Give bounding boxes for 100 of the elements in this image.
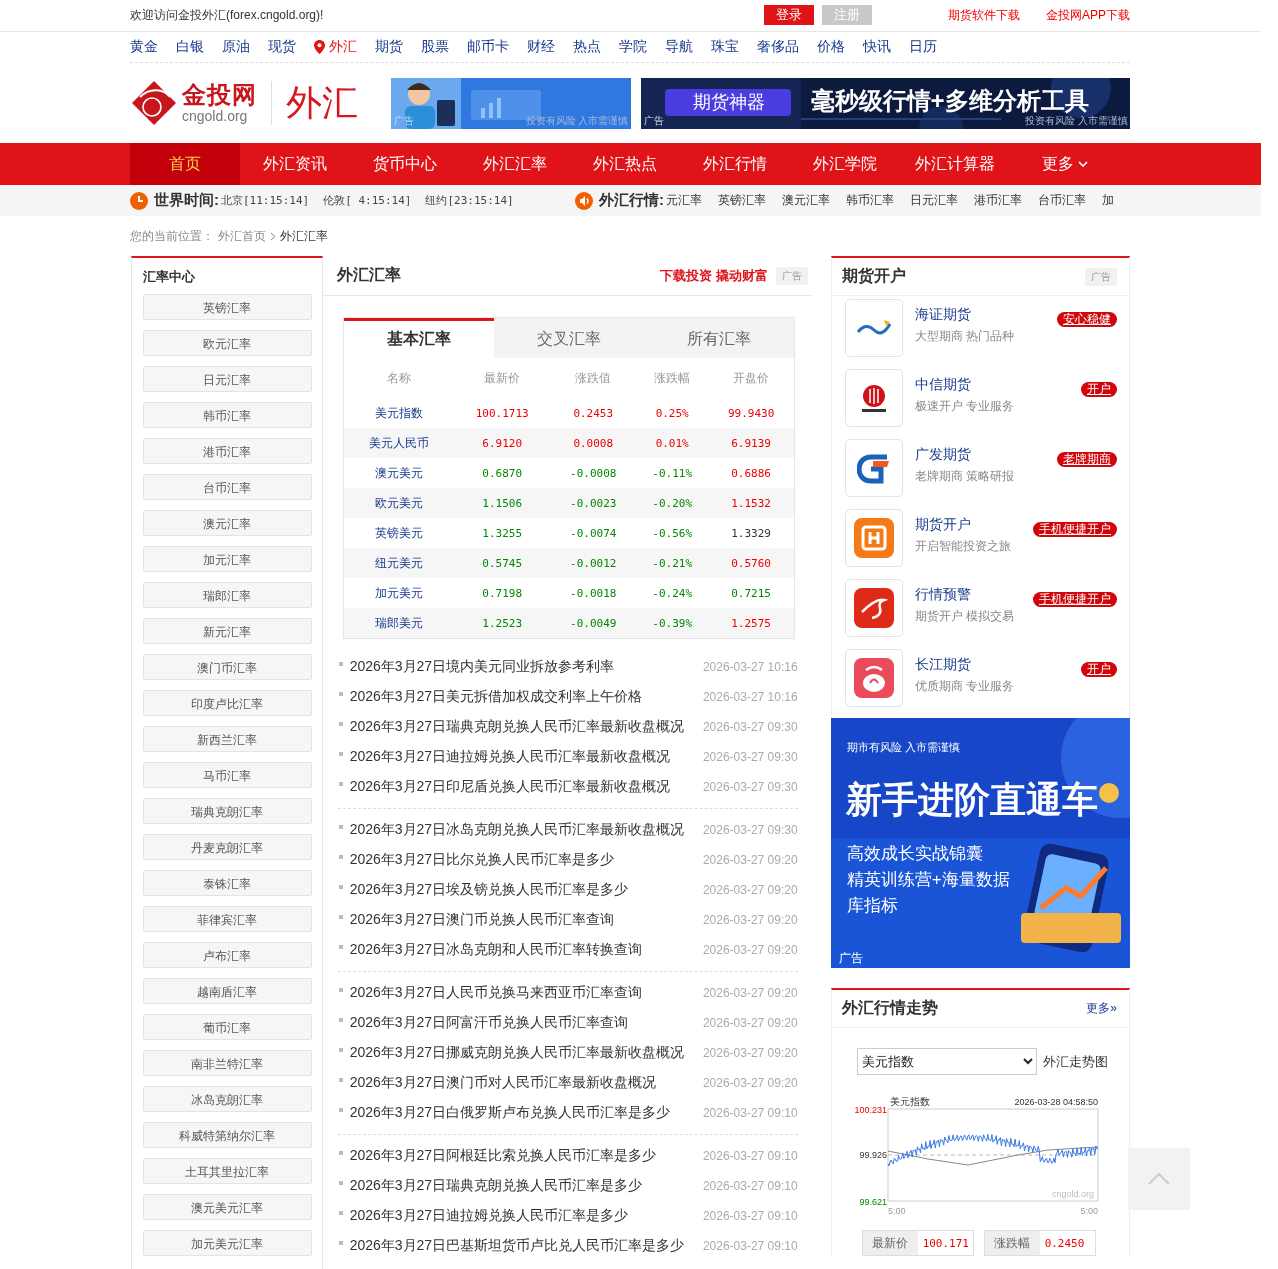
open-account-badge[interactable]: 开户 [1081, 662, 1117, 677]
company-link[interactable]: 海证期货 [914, 306, 1057, 324]
currency-pair-link[interactable]: 加元美元 [343, 578, 454, 608]
channel-link[interactable]: 邮币卡 [467, 37, 509, 56]
more-link[interactable]: 更多» [1086, 1000, 1117, 1017]
currency-select[interactable]: 美元指数 [856, 1048, 1037, 1075]
currency-button[interactable]: 瑞郎汇率 [143, 582, 312, 608]
channel-link[interactable]: 快讯 [863, 37, 891, 56]
channel-link[interactable]: 黄金 [130, 37, 158, 56]
promo-link[interactable]: 下载投资 撬动财富 [660, 266, 768, 285]
open-account-badge[interactable]: 手机便捷开户 [1033, 592, 1117, 607]
company-link[interactable]: 广发期货 [914, 446, 1057, 464]
currency-button[interactable]: 澳元汇率 [143, 510, 312, 536]
currency-button[interactable]: 瑞典克朗汇率 [143, 798, 312, 824]
download-link[interactable]: 期货软件下载 [948, 6, 1020, 24]
quote-link[interactable]: 港币汇率 [974, 192, 1022, 209]
currency-button[interactable]: 印度卢比汇率 [143, 690, 312, 716]
news-link[interactable]: 2026年3月27日冰岛克朗兑换人民币汇率最新收盘概况 [349, 821, 703, 839]
nav-tab[interactable]: 外汇学院 [790, 143, 900, 185]
news-link[interactable]: 2026年3月27日美元拆借加权成交利率上午价格 [349, 688, 703, 706]
breadcrumb-link[interactable]: 外汇首页 [218, 227, 266, 245]
channel-link[interactable]: 价格 [817, 37, 845, 56]
quote-link[interactable]: 韩币汇率 [846, 192, 894, 209]
quote-link[interactable]: 加 [1102, 192, 1114, 209]
news-link[interactable]: 2026年3月27日澳门币兑换人民币汇率查询 [349, 911, 703, 929]
quote-link[interactable]: 日元汇率 [910, 192, 958, 209]
nav-tab[interactable]: 外汇热点 [570, 143, 680, 185]
currency-button[interactable]: 韩币汇率 [143, 402, 312, 428]
nav-tab[interactable]: 外汇资讯 [240, 143, 350, 185]
open-account-badge[interactable]: 老牌期商 [1057, 452, 1117, 467]
news-link[interactable]: 2026年3月27日瑞典克朗兑换人民币汇率是多少 [349, 1177, 703, 1195]
currency-button[interactable]: 日元汇率 [143, 366, 312, 392]
currency-button[interactable]: 新西兰汇率 [143, 726, 312, 752]
open-account-badge[interactable]: 手机便捷开户 [1033, 522, 1117, 537]
channel-link[interactable]: 导航 [665, 37, 693, 56]
channel-link[interactable]: 奢侈品 [757, 37, 799, 56]
currency-pair-link[interactable]: 纽元美元 [343, 548, 454, 578]
news-link[interactable]: 2026年3月27日白俄罗斯卢布兑换人民币汇率是多少 [349, 1104, 703, 1122]
news-link[interactable]: 2026年3月27日冰岛克朗和人民币汇率转换查询 [349, 941, 703, 959]
currency-button[interactable]: 港币汇率 [143, 438, 312, 464]
news-link[interactable]: 2026年3月27日境内美元同业拆放参考利率 [349, 658, 703, 676]
company-logo-tile[interactable] [844, 509, 903, 567]
channel-link[interactable]: 热点 [573, 37, 601, 56]
news-link[interactable]: 2026年3月27日巴基斯坦货币卢比兑人民币汇率是多少 [349, 1237, 703, 1255]
channel-link[interactable]: 外汇 [314, 37, 357, 56]
currency-button[interactable]: 马币汇率 [143, 762, 312, 788]
news-link[interactable]: 2026年3月27日印尼盾兑换人民币汇率最新收盘概况 [349, 778, 703, 796]
currency-pair-link[interactable]: 欧元美元 [343, 488, 454, 518]
nav-tab[interactable]: 更多 [1010, 143, 1120, 185]
nav-tab[interactable]: 货币中心 [350, 143, 460, 185]
open-account-badge[interactable]: 安心稳健 [1057, 312, 1117, 327]
news-link[interactable]: 2026年3月27日比尔兑换人民币汇率是多少 [349, 851, 703, 869]
quote-link[interactable]: 澳元汇率 [782, 192, 830, 209]
news-link[interactable]: 2026年3月27日阿根廷比索兑换人民币汇率是多少 [349, 1147, 703, 1165]
rate-tab[interactable]: 交叉汇率 [493, 318, 644, 358]
channel-link[interactable]: 财经 [527, 37, 555, 56]
currency-button[interactable]: 葡币汇率 [143, 1014, 312, 1040]
company-logo-tile[interactable] [844, 579, 903, 637]
channel-link[interactable]: 珠宝 [711, 37, 739, 56]
currency-button[interactable]: 澳元美元汇率 [143, 1194, 312, 1220]
channel-link[interactable]: 白银 [176, 37, 204, 56]
currency-button[interactable]: 菲律宾汇率 [143, 906, 312, 932]
company-link[interactable]: 行情预警 [914, 586, 1033, 604]
channel-link[interactable]: 学院 [619, 37, 647, 56]
nav-tab[interactable]: 外汇计算器 [900, 143, 1010, 185]
login-button[interactable]: 登录 [764, 5, 814, 25]
company-logo-tile[interactable] [844, 299, 903, 357]
news-link[interactable]: 2026年3月27日埃及镑兑换人民币汇率是多少 [349, 881, 703, 899]
channel-link[interactable]: 股票 [421, 37, 449, 56]
currency-button[interactable]: 南非兰特汇率 [143, 1050, 312, 1076]
quote-link[interactable]: 英镑汇率 [718, 192, 766, 209]
quote-link[interactable]: 元汇率 [666, 192, 702, 209]
nav-tab[interactable]: 首页 [130, 143, 240, 185]
company-logo-tile[interactable] [844, 649, 903, 707]
currency-button[interactable]: 泰铢汇率 [143, 870, 312, 896]
currency-button[interactable]: 冰岛克朗汇率 [143, 1086, 312, 1112]
currency-button[interactable]: 卢布汇率 [143, 942, 312, 968]
company-link[interactable]: 中信期货 [914, 376, 1081, 394]
currency-button[interactable]: 科威特第纳尔汇率 [143, 1122, 312, 1148]
currency-button[interactable]: 加元美元汇率 [143, 1230, 312, 1256]
currency-button[interactable]: 加元汇率 [143, 546, 312, 572]
news-link[interactable]: 2026年3月27日人民币兑换马来西亚币汇率查询 [349, 984, 703, 1002]
company-logo-tile[interactable] [844, 369, 903, 427]
company-link[interactable]: 长江期货 [914, 656, 1081, 674]
news-link[interactable]: 2026年3月27日迪拉姆兑换人民币汇率最新收盘概况 [349, 748, 703, 766]
currency-button[interactable]: 新元汇率 [143, 618, 312, 644]
currency-button[interactable]: 澳门币汇率 [143, 654, 312, 680]
currency-pair-link[interactable]: 美元指数 [343, 398, 454, 428]
currency-button[interactable]: 丹麦克朗汇率 [143, 834, 312, 860]
nav-tab[interactable]: 外汇汇率 [460, 143, 570, 185]
currency-pair-link[interactable]: 澳元美元 [343, 458, 454, 488]
currency-pair-link[interactable]: 瑞郎美元 [343, 608, 454, 638]
channel-link[interactable]: 日历 [909, 37, 937, 56]
currency-pair-link[interactable]: 美元人民币 [343, 428, 454, 458]
rate-tab[interactable]: 基本汇率 [343, 318, 494, 358]
company-logo-tile[interactable] [844, 439, 903, 497]
news-link[interactable]: 2026年3月27日阿富汗币兑换人民币汇率查询 [349, 1014, 703, 1032]
channel-link[interactable]: 现货 [268, 37, 296, 56]
rate-tab[interactable]: 所有汇率 [643, 318, 794, 358]
news-link[interactable]: 2026年3月27日瑞典克朗兑换人民币汇率最新收盘概况 [349, 718, 703, 736]
